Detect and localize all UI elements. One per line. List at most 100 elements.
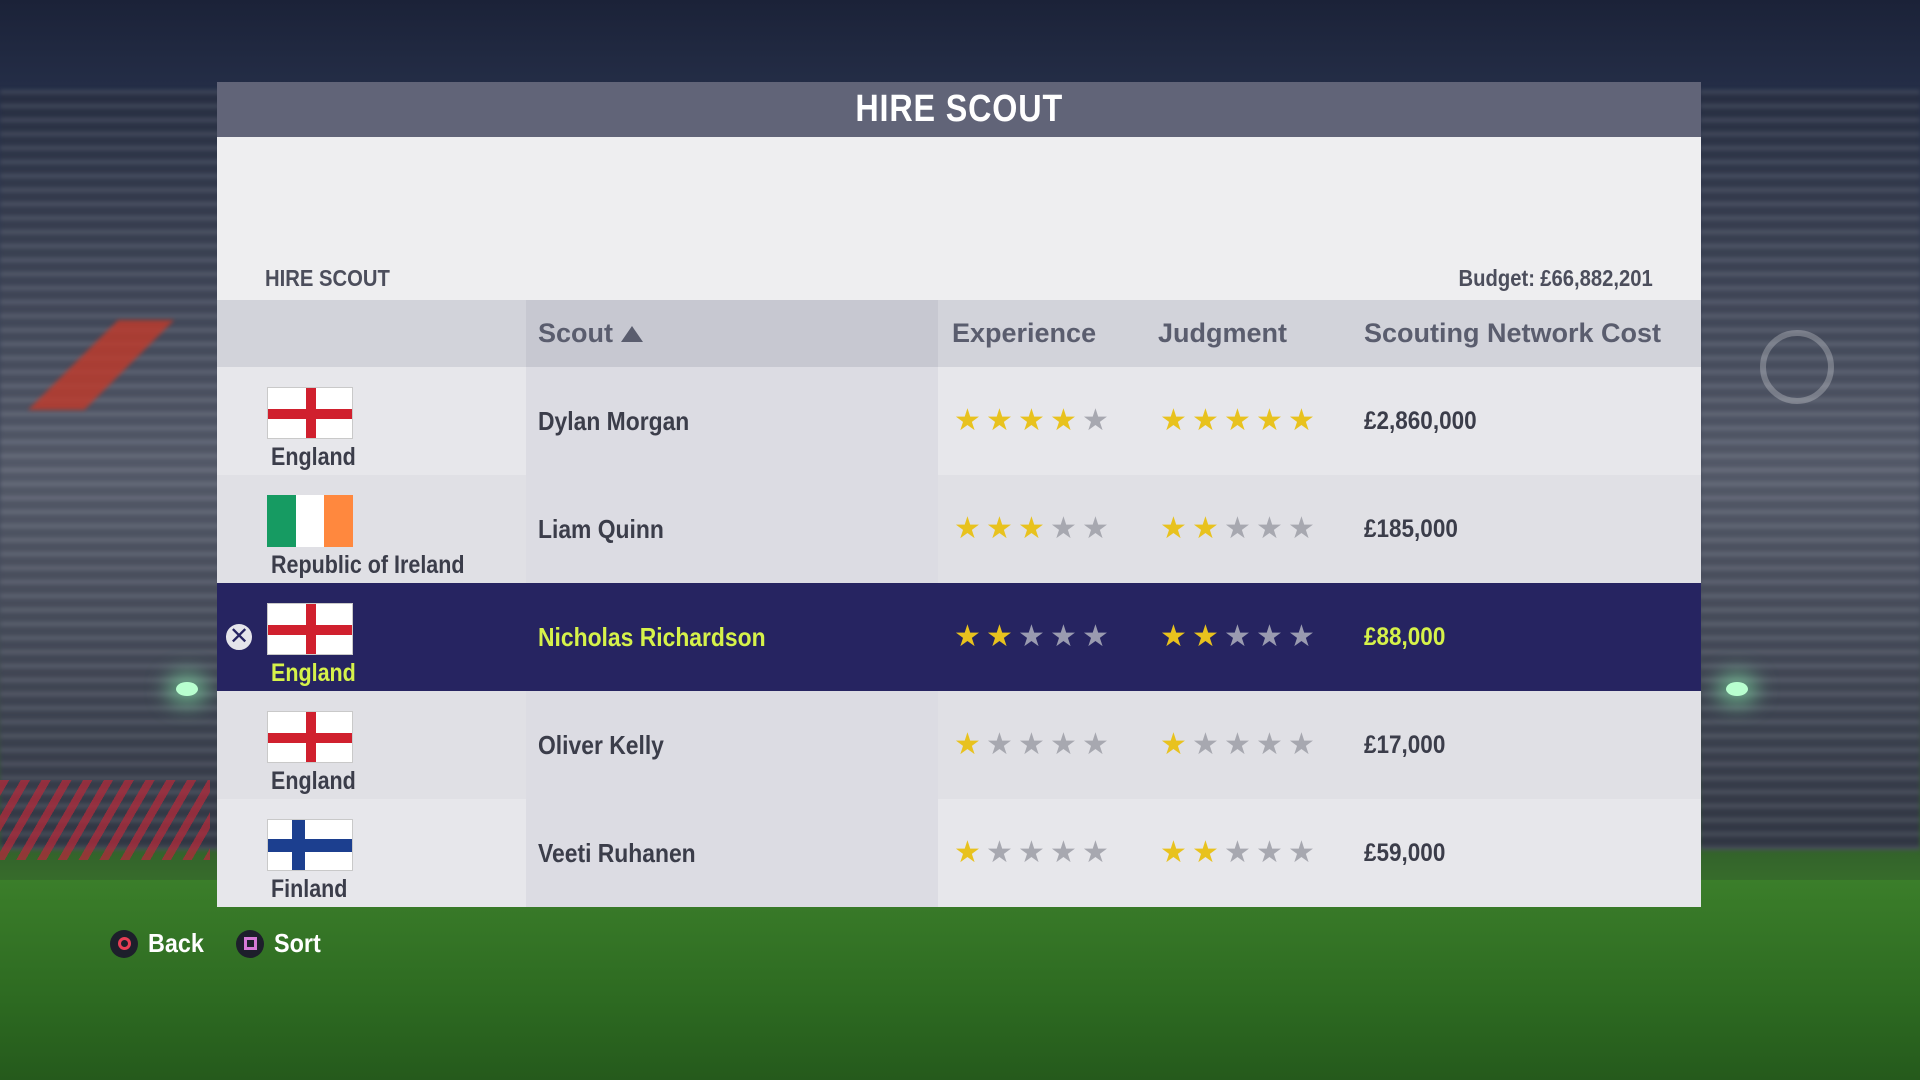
judgment-rating: ★ ★ ★ ★ ★ bbox=[1144, 406, 1350, 436]
column-header-experience[interactable]: Experience bbox=[938, 318, 1144, 349]
column-header-cost[interactable]: Scouting Network Cost bbox=[1350, 318, 1701, 349]
star-empty-icon: ★ bbox=[1050, 836, 1077, 869]
star-filled-icon: ★ bbox=[954, 620, 981, 653]
star-empty-icon: ★ bbox=[986, 836, 1013, 869]
experience-rating: ★ ★ ★ ★ ★ bbox=[938, 406, 1144, 436]
stadium-light bbox=[1726, 682, 1748, 696]
scouting-network-cost: £59,000 bbox=[1364, 838, 1446, 867]
judgment-rating: ★ ★ ★ ★ ★ bbox=[1144, 838, 1350, 868]
scout-name-cell: Veeti Ruhanen bbox=[526, 799, 938, 907]
star-filled-icon: ★ bbox=[986, 404, 1013, 437]
experience-rating: ★ ★ ★ ★ ★ bbox=[938, 838, 1144, 868]
finland-flag-icon bbox=[267, 819, 353, 871]
cost-cell: £185,000 bbox=[1350, 515, 1701, 544]
scout-name: Dylan Morgan bbox=[538, 405, 690, 436]
star-filled-icon: ★ bbox=[1256, 404, 1283, 437]
budget-display: Budget: £66,882,201 bbox=[1459, 265, 1653, 292]
scout-name: Nicholas Richardson bbox=[538, 621, 766, 652]
star-filled-icon: ★ bbox=[954, 836, 981, 869]
ea-logo-icon bbox=[1760, 330, 1834, 404]
cost-cell: £2,860,000 bbox=[1350, 407, 1701, 436]
country-name: Republic of Ireland bbox=[271, 551, 465, 579]
star-empty-icon: ★ bbox=[1050, 512, 1077, 545]
nationality-cell: England bbox=[217, 691, 526, 799]
scout-name: Veeti Ruhanen bbox=[538, 837, 696, 868]
table-header: Scout Experience Judgment Scouting Netwo… bbox=[217, 300, 1701, 367]
column-header-scout[interactable]: Scout bbox=[526, 300, 938, 367]
country-name: England bbox=[271, 443, 356, 471]
stadium-light bbox=[176, 682, 198, 696]
back-label: Back bbox=[148, 928, 204, 958]
sort-button[interactable]: Sort bbox=[236, 928, 326, 959]
button-hints: Back Sort bbox=[110, 928, 326, 959]
judgment-rating: ★ ★ ★ ★ ★ bbox=[1144, 730, 1350, 760]
page-title: HIRE SCOUT bbox=[855, 88, 1063, 130]
star-empty-icon: ★ bbox=[1288, 836, 1315, 869]
star-empty-icon: ★ bbox=[1224, 728, 1251, 761]
table-row[interactable]: ✕ England Nicholas Richardson ★ ★ ★ ★ ★ ★ ★ ★ ★ ★ £88… bbox=[217, 583, 1701, 691]
england-flag-icon bbox=[267, 387, 353, 439]
star-filled-icon: ★ bbox=[1160, 620, 1187, 653]
table-row[interactable]: Finland Veeti Ruhanen ★ ★ ★ ★ ★ ★ ★ ★ ★ ★ £59,000 bbox=[217, 799, 1701, 907]
country-name: Finland bbox=[271, 875, 348, 903]
star-empty-icon: ★ bbox=[986, 728, 1013, 761]
star-empty-icon: ★ bbox=[1192, 728, 1219, 761]
star-empty-icon: ★ bbox=[1018, 728, 1045, 761]
panel-body: HIRE SCOUT Budget: £66,882,201 Scout Expe… bbox=[217, 137, 1701, 907]
star-filled-icon: ★ bbox=[986, 620, 1013, 653]
star-empty-icon: ★ bbox=[1224, 836, 1251, 869]
experience-rating: ★ ★ ★ ★ ★ bbox=[938, 622, 1144, 652]
table-row[interactable]: Republic of Ireland Liam Quinn ★ ★ ★ ★ ★ ★ ★ ★ ★ ★ £… bbox=[217, 475, 1701, 583]
scout-name-cell: Liam Quinn bbox=[526, 475, 938, 583]
table-body: England Dylan Morgan ★ ★ ★ ★ ★ ★ ★ ★ ★ ★ £2,860,000 R… bbox=[217, 367, 1701, 907]
star-empty-icon: ★ bbox=[1288, 728, 1315, 761]
sort-ascending-icon bbox=[621, 325, 644, 342]
section-title: HIRE SCOUT bbox=[265, 265, 390, 291]
star-empty-icon: ★ bbox=[1050, 620, 1077, 653]
experience-rating: ★ ★ ★ ★ ★ bbox=[938, 730, 1144, 760]
star-empty-icon: ★ bbox=[1224, 512, 1251, 545]
star-empty-icon: ★ bbox=[1256, 728, 1283, 761]
star-filled-icon: ★ bbox=[1224, 404, 1251, 437]
star-filled-icon: ★ bbox=[1192, 404, 1219, 437]
cost-cell: £17,000 bbox=[1350, 731, 1701, 760]
judgment-rating: ★ ★ ★ ★ ★ bbox=[1144, 622, 1350, 652]
star-filled-icon: ★ bbox=[1160, 836, 1187, 869]
scouting-network-cost: £88,000 bbox=[1364, 622, 1446, 651]
nationality-cell: Finland bbox=[217, 799, 526, 907]
star-empty-icon: ★ bbox=[1082, 620, 1109, 653]
england-flag-icon bbox=[267, 603, 353, 655]
star-filled-icon: ★ bbox=[1192, 620, 1219, 653]
star-empty-icon: ★ bbox=[1256, 836, 1283, 869]
circle-button-icon bbox=[110, 929, 138, 958]
scouting-network-cost: £185,000 bbox=[1364, 514, 1458, 543]
scout-name: Liam Quinn bbox=[538, 513, 664, 544]
star-empty-icon: ★ bbox=[1256, 512, 1283, 545]
column-header-judgment[interactable]: Judgment bbox=[1144, 318, 1350, 349]
ireland-flag-icon bbox=[267, 495, 353, 547]
star-filled-icon: ★ bbox=[986, 512, 1013, 545]
stadium-stands-right bbox=[1700, 90, 1920, 850]
star-filled-icon: ★ bbox=[1192, 512, 1219, 545]
panel-header: HIRE SCOUT bbox=[217, 82, 1701, 137]
square-button-icon bbox=[236, 929, 265, 958]
budget-label: Budget: bbox=[1458, 265, 1536, 291]
back-button[interactable]: Back bbox=[110, 928, 210, 959]
cost-cell: £88,000 bbox=[1350, 623, 1701, 652]
star-filled-icon: ★ bbox=[1160, 512, 1187, 545]
scout-name: Oliver Kelly bbox=[538, 729, 664, 760]
table-row[interactable]: England Oliver Kelly ★ ★ ★ ★ ★ ★ ★ ★ ★ ★ £17,000 bbox=[217, 691, 1701, 799]
star-empty-icon: ★ bbox=[1082, 728, 1109, 761]
judgment-rating: ★ ★ ★ ★ ★ bbox=[1144, 514, 1350, 544]
star-empty-icon: ★ bbox=[1082, 836, 1109, 869]
table-row[interactable]: England Dylan Morgan ★ ★ ★ ★ ★ ★ ★ ★ ★ ★ £2,860,000 bbox=[217, 367, 1701, 475]
star-filled-icon: ★ bbox=[1192, 836, 1219, 869]
scouting-network-cost: £2,860,000 bbox=[1364, 406, 1477, 435]
sort-label: Sort bbox=[274, 928, 321, 958]
star-empty-icon: ★ bbox=[1082, 404, 1109, 437]
column-header-scout-label: Scout bbox=[538, 318, 614, 348]
nationality-cell: ✕ England bbox=[217, 583, 526, 691]
ea-logo-watermark bbox=[1760, 330, 1834, 404]
star-empty-icon: ★ bbox=[1018, 836, 1045, 869]
nationality-cell: England bbox=[217, 367, 526, 475]
